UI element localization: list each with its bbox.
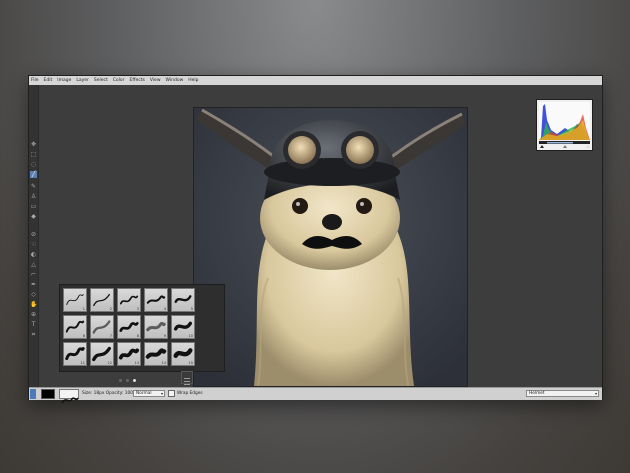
brush-preset[interactable]: 15	[171, 342, 195, 366]
gradient-icon[interactable]: ╱	[30, 171, 37, 178]
page-dot-active[interactable]	[133, 379, 136, 382]
eraser-icon[interactable]: ▭	[30, 203, 37, 210]
tool-indicator	[30, 389, 36, 399]
brush-picker-panel: 1 2 3 4 5 6 7 8 9 10 11 12 13 14 15	[59, 284, 225, 372]
brush-number: 2	[109, 307, 112, 311]
brush-number: 5	[190, 307, 193, 311]
brush-preset[interactable]: 8	[117, 315, 141, 339]
brush-preset[interactable]: 7	[90, 315, 114, 339]
fill-icon[interactable]: ◆	[30, 213, 37, 220]
histogram-panel	[536, 99, 593, 151]
text-icon[interactable]: T	[30, 321, 37, 328]
brush-info: Size: 18px Opacity: 100%	[82, 391, 138, 396]
brush-icon[interactable]: ✎	[30, 183, 37, 190]
menu-color[interactable]: Color	[113, 76, 125, 85]
brush-preset[interactable]: 13	[117, 342, 141, 366]
preset-value: Helmet	[529, 391, 545, 396]
wrap-checkbox[interactable]	[168, 390, 175, 397]
brush-number: 13	[134, 361, 139, 365]
menu-layer[interactable]: Layer	[76, 76, 89, 85]
primary-color-swatch[interactable]	[41, 389, 55, 399]
zoom-icon[interactable]: ⊕	[30, 311, 37, 318]
chevron-down-icon: ▾	[160, 391, 163, 396]
menu-image[interactable]: Image	[57, 76, 71, 85]
preset-select[interactable]: Helmet ▾	[526, 390, 599, 397]
wrap-label: Wrap Edges	[177, 391, 203, 396]
marquee-icon[interactable]: ⬚	[30, 151, 37, 158]
lasso-icon[interactable]: ◌	[30, 161, 37, 168]
sharpen-icon[interactable]: △	[30, 261, 37, 268]
brush-number: 15	[188, 361, 193, 365]
brush-preset[interactable]: 14	[144, 342, 168, 366]
dodge-icon[interactable]: ◐	[30, 251, 37, 258]
brush-number: 14	[161, 361, 166, 365]
brush-preset[interactable]: 6	[63, 315, 87, 339]
brush-grid: 1 2 3 4 5 6 7 8 9 10 11 12 13 14 15	[63, 288, 195, 366]
picker-icon[interactable]: ⊘	[30, 231, 37, 238]
menu-edit[interactable]: Edit	[44, 76, 53, 85]
brush-preset[interactable]: 2	[90, 288, 114, 312]
brush-number: 3	[136, 307, 139, 311]
menu-effects[interactable]: Effects	[130, 76, 145, 85]
page-dot[interactable]	[119, 379, 122, 382]
menu-view[interactable]: View	[150, 76, 161, 85]
brush-preset[interactable]: 12	[90, 342, 114, 366]
brush-number: 4	[163, 307, 166, 311]
chevron-down-icon: ▾	[594, 391, 597, 396]
menu-window[interactable]: Window	[166, 76, 184, 85]
smudge-icon[interactable]: ☜	[30, 241, 37, 248]
brush-preset[interactable]: 4	[144, 288, 168, 312]
hand-icon[interactable]: ✋	[30, 301, 37, 308]
brush-number: 1	[82, 307, 85, 311]
burn-icon[interactable]: ⌐	[30, 271, 37, 278]
document-canvas[interactable]	[193, 107, 468, 387]
brush-number: 6	[82, 334, 85, 338]
brush-preset[interactable]: 9	[144, 315, 168, 339]
move-icon[interactable]: ✥	[30, 141, 37, 148]
brush-stroke-icon	[61, 397, 79, 404]
menu-bar: File Edit Image Layer Select Color Effec…	[29, 76, 602, 85]
brush-number: 8	[136, 334, 139, 338]
brush-preset[interactable]: 10	[171, 315, 195, 339]
pen-icon[interactable]: ✒	[30, 281, 37, 288]
toolbox: ✥ ⬚ ◌ ╱ ✎ ♙ ▭ ◆ ⊘ ☜ ◐ △ ⌐ ✒ ◇ ✋ ⊕ T ⌗	[29, 85, 39, 387]
menu-select[interactable]: Select	[94, 76, 108, 85]
dog-photo	[194, 108, 467, 386]
brush-number: 9	[163, 334, 166, 338]
histogram-graph	[539, 102, 590, 148]
brush-preset[interactable]: 11	[63, 342, 87, 366]
brush-preset[interactable]: 5	[171, 288, 195, 312]
brush-number: 10	[188, 334, 193, 338]
blend-mode-select[interactable]: Normal ▾	[133, 390, 165, 397]
panel-menu-icon[interactable]	[181, 371, 193, 385]
menu-help[interactable]: Help	[188, 76, 198, 85]
clone-icon[interactable]: ♙	[30, 193, 37, 200]
brush-preview[interactable]	[59, 389, 79, 404]
brush-preset[interactable]: 3	[117, 288, 141, 312]
blend-mode-value: Normal	[136, 391, 152, 396]
brush-number: 12	[107, 361, 112, 365]
shape-icon[interactable]: ◇	[30, 291, 37, 298]
brush-number: 11	[80, 361, 85, 365]
page-dot[interactable]	[126, 379, 129, 382]
status-bar: Size: 18px Opacity: 100% Normal ▾ Wrap Ed…	[29, 387, 602, 404]
menu-file[interactable]: File	[31, 76, 39, 85]
crop-icon[interactable]: ⌗	[30, 331, 37, 338]
brush-number: 7	[109, 334, 112, 338]
brush-preset[interactable]: 1	[63, 288, 87, 312]
page-indicator	[119, 379, 136, 382]
